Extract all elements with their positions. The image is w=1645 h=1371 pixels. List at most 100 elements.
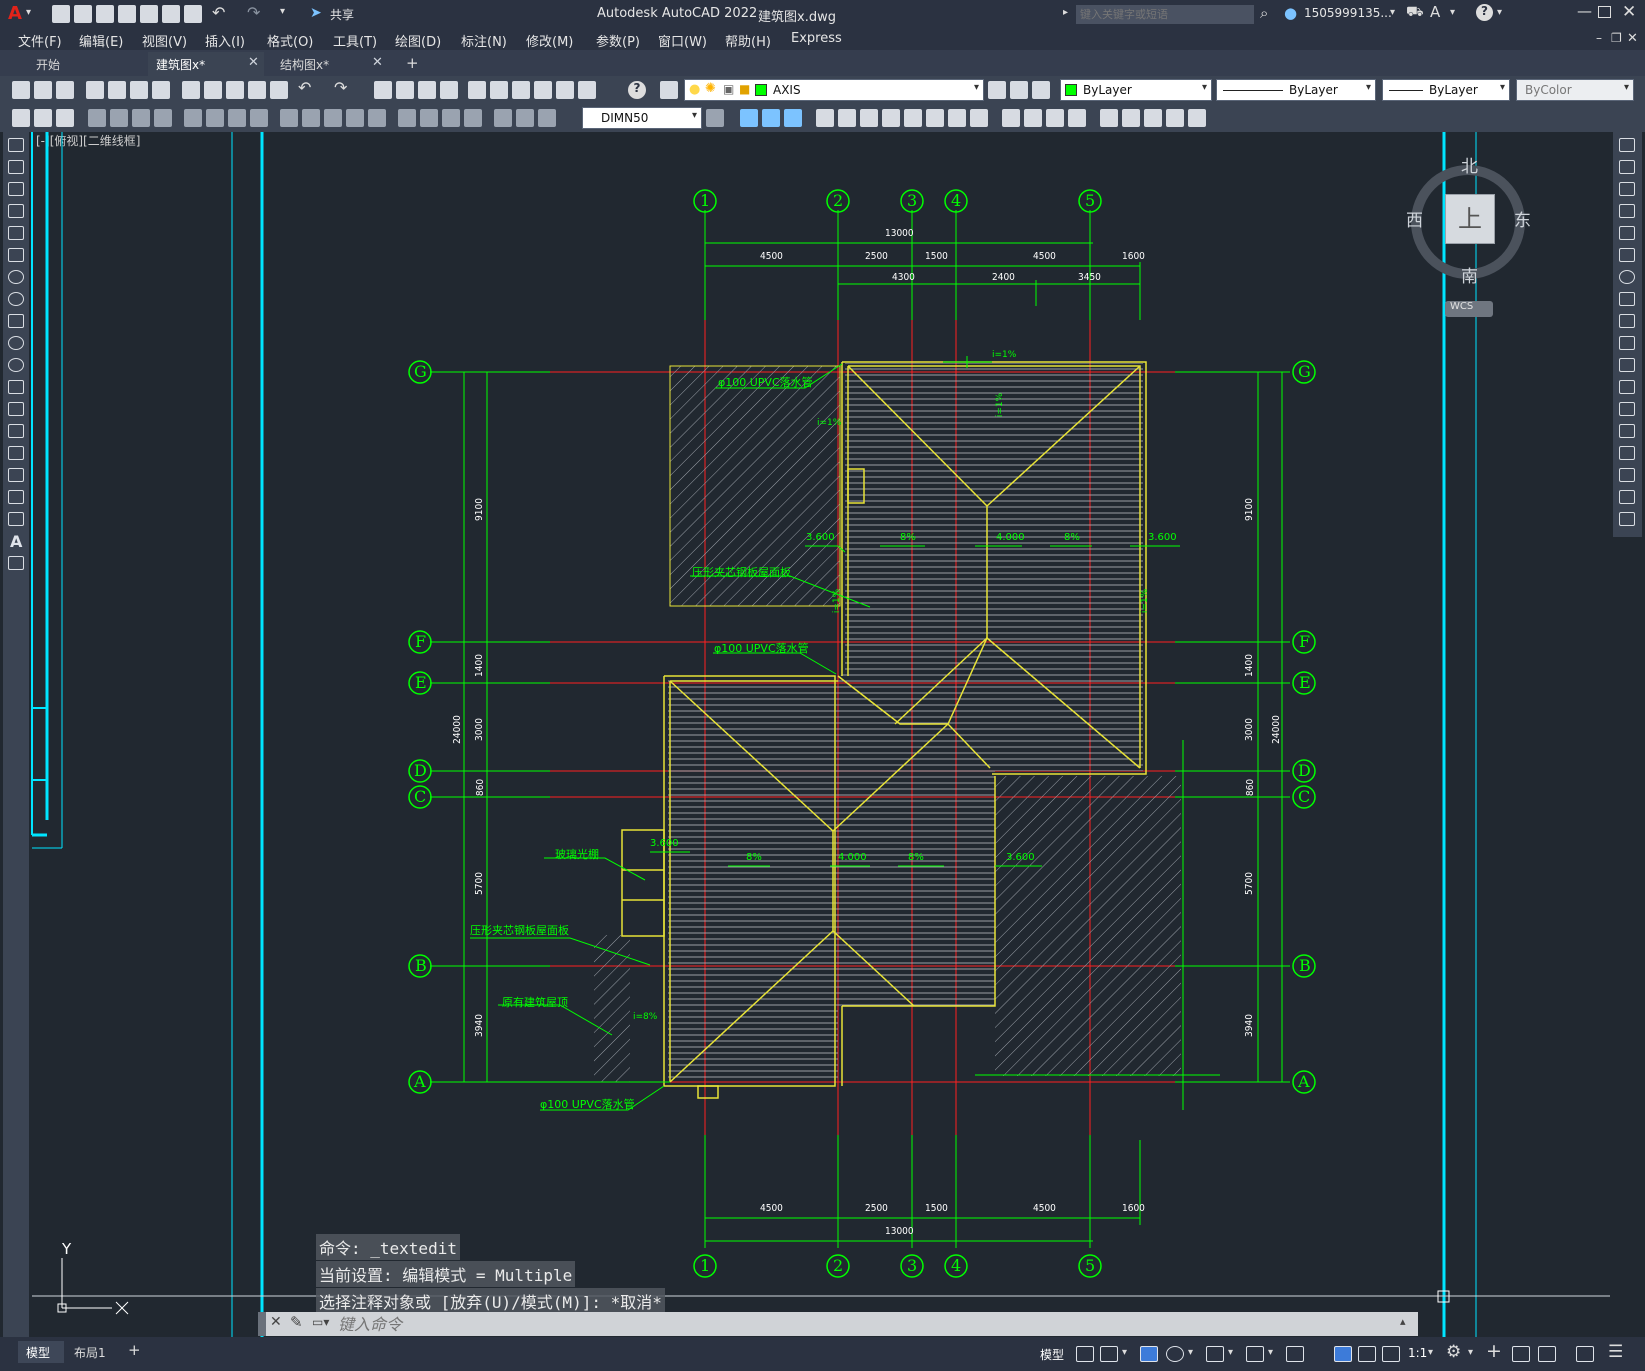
fillet-icon[interactable] — [1068, 109, 1086, 127]
color-combo[interactable]: ByLayer ▾ — [1060, 79, 1212, 101]
compass-east[interactable]: 东 — [1514, 206, 1531, 231]
layer-state-icon[interactable] — [1032, 81, 1050, 99]
xref-icon[interactable] — [1188, 109, 1206, 127]
zoom-window-icon[interactable] — [418, 81, 436, 99]
join-icon[interactable] — [1024, 109, 1042, 127]
search-icon[interactable]: ⌕ — [1260, 4, 1268, 22]
baseline-dim-icon[interactable] — [302, 109, 320, 127]
publish-icon[interactable] — [130, 81, 148, 99]
help-icon[interactable]: ? — [1476, 4, 1493, 21]
array-icon[interactable] — [1619, 226, 1635, 240]
paste-icon[interactable] — [226, 81, 244, 99]
rectangle-icon[interactable] — [8, 226, 24, 240]
diameter-dim-icon[interactable] — [228, 109, 246, 127]
viewcube-face[interactable]: 上 — [1445, 194, 1495, 244]
ortho-icon[interactable] — [1140, 1346, 1158, 1362]
match-prop-icon[interactable] — [248, 81, 266, 99]
zoom-realtime-icon[interactable] — [396, 81, 414, 99]
menu-edit[interactable]: 编辑(E) — [79, 31, 123, 50]
grid-icon[interactable] — [1076, 1346, 1094, 1362]
osnap-chevron-icon[interactable]: ▾ — [1268, 1347, 1273, 1358]
trim-icon[interactable] — [948, 109, 966, 127]
calculator-icon[interactable] — [578, 81, 596, 99]
rotate-icon[interactable] — [1619, 270, 1635, 284]
compass-north[interactable]: 北 — [1461, 152, 1478, 177]
chevron-down-icon[interactable]: ▾ — [974, 82, 979, 93]
dim-text-edit-icon[interactable] — [516, 109, 534, 127]
block-editor-icon[interactable] — [270, 81, 288, 99]
tolerance-icon[interactable] — [398, 109, 416, 127]
trim-icon[interactable] — [1619, 336, 1635, 350]
snap-chevron-icon[interactable]: ▾ — [1122, 1347, 1127, 1358]
autocad-logo[interactable]: A — [8, 3, 22, 24]
3d-print-icon[interactable] — [152, 81, 170, 99]
command-expand-icon[interactable]: ▴ — [1400, 1315, 1406, 1328]
dim-icon[interactable] — [12, 109, 30, 127]
recent-commands-icon[interactable]: ▭▾ — [312, 1315, 329, 1329]
copy-icon[interactable] — [1619, 160, 1635, 174]
linear-dim-icon[interactable] — [88, 109, 106, 127]
search-expand-icon[interactable]: ▸ — [1063, 7, 1068, 18]
insert-icon[interactable] — [1144, 109, 1162, 127]
join-icon[interactable] — [1619, 424, 1635, 438]
tab-architecture[interactable]: 建筑图x* ✕ — [148, 52, 264, 76]
annotation-visibility-icon[interactable] — [1334, 1346, 1352, 1362]
menu-view[interactable]: 视图(V) — [142, 31, 187, 50]
app-menu-chevron-icon[interactable]: ▾ — [26, 7, 31, 18]
layer-viewport-icon[interactable]: ▣ — [723, 82, 734, 96]
chamfer-icon[interactable] — [1619, 446, 1635, 460]
compass-west[interactable]: 西 — [1406, 206, 1423, 231]
block-icon[interactable] — [1122, 109, 1140, 127]
viewcube[interactable]: 上 北 南 东 西 WCS — [1400, 142, 1531, 317]
close-icon[interactable]: ✕ — [1622, 2, 1636, 22]
spline-icon[interactable] — [8, 314, 24, 328]
user-menu-chevron-icon[interactable]: ▾ — [1390, 7, 1395, 18]
scale-icon[interactable] — [904, 109, 922, 127]
snap-icon[interactable] — [1100, 1346, 1118, 1362]
fillet-icon[interactable] — [1619, 468, 1635, 482]
clean-screen-icon[interactable] — [1576, 1346, 1594, 1362]
make-block-icon[interactable] — [8, 402, 24, 416]
explode-icon[interactable] — [1619, 512, 1635, 526]
offset-icon[interactable] — [816, 109, 834, 127]
object-snap-tracking-icon[interactable] — [1246, 1346, 1264, 1362]
menu-tools[interactable]: 工具(T) — [333, 31, 377, 50]
linetype-combo[interactable]: ByLayer ▾ — [1216, 79, 1376, 101]
layer-freeze-icon[interactable]: ✺ — [705, 81, 716, 96]
new-tab-icon[interactable]: + — [406, 54, 419, 72]
mirror-icon[interactable] — [1619, 182, 1635, 196]
revcloud-icon[interactable] — [8, 292, 24, 306]
array-icon[interactable] — [838, 109, 856, 127]
angular-dim-icon[interactable] — [250, 109, 268, 127]
new-icon[interactable] — [52, 5, 70, 23]
ordinate-dim-icon[interactable] — [154, 109, 172, 127]
chamfer-icon[interactable] — [1046, 109, 1064, 127]
menu-help[interactable]: 帮助(H) — [725, 31, 771, 50]
erase-icon[interactable] — [740, 109, 758, 127]
model-space-button[interactable]: 模型 — [1040, 1346, 1064, 1363]
jogged-linear-icon[interactable] — [464, 109, 482, 127]
polyline-icon[interactable] — [8, 182, 24, 196]
qnew-icon[interactable] — [12, 81, 30, 99]
make-current-icon[interactable] — [988, 81, 1006, 99]
extend-icon[interactable] — [1619, 358, 1635, 372]
menu-insert[interactable]: 插入(I) — [205, 31, 245, 50]
move-icon[interactable] — [860, 109, 878, 127]
dimstyle-manager-icon[interactable] — [706, 109, 724, 127]
mirror-icon[interactable] — [784, 109, 802, 127]
open-icon[interactable] — [34, 81, 52, 99]
menu-format[interactable]: 格式(O) — [267, 31, 313, 50]
chevron-down-icon[interactable]: ▾ — [1500, 82, 1505, 93]
open-web-icon[interactable] — [140, 5, 158, 23]
scale-icon[interactable] — [1619, 292, 1635, 306]
customize-qat-icon[interactable]: ▾ — [280, 6, 285, 17]
construction-line-icon[interactable] — [8, 160, 24, 174]
graphics-performance-icon[interactable] — [1538, 1346, 1556, 1362]
auto-scale-icon[interactable] — [1358, 1346, 1376, 1362]
offset-icon[interactable] — [1619, 204, 1635, 218]
properties-icon[interactable] — [468, 81, 486, 99]
aligned-dim-icon[interactable] — [110, 109, 128, 127]
copy-icon[interactable] — [204, 81, 222, 99]
insert-block-icon[interactable] — [8, 380, 24, 394]
point-icon[interactable] — [8, 424, 24, 438]
